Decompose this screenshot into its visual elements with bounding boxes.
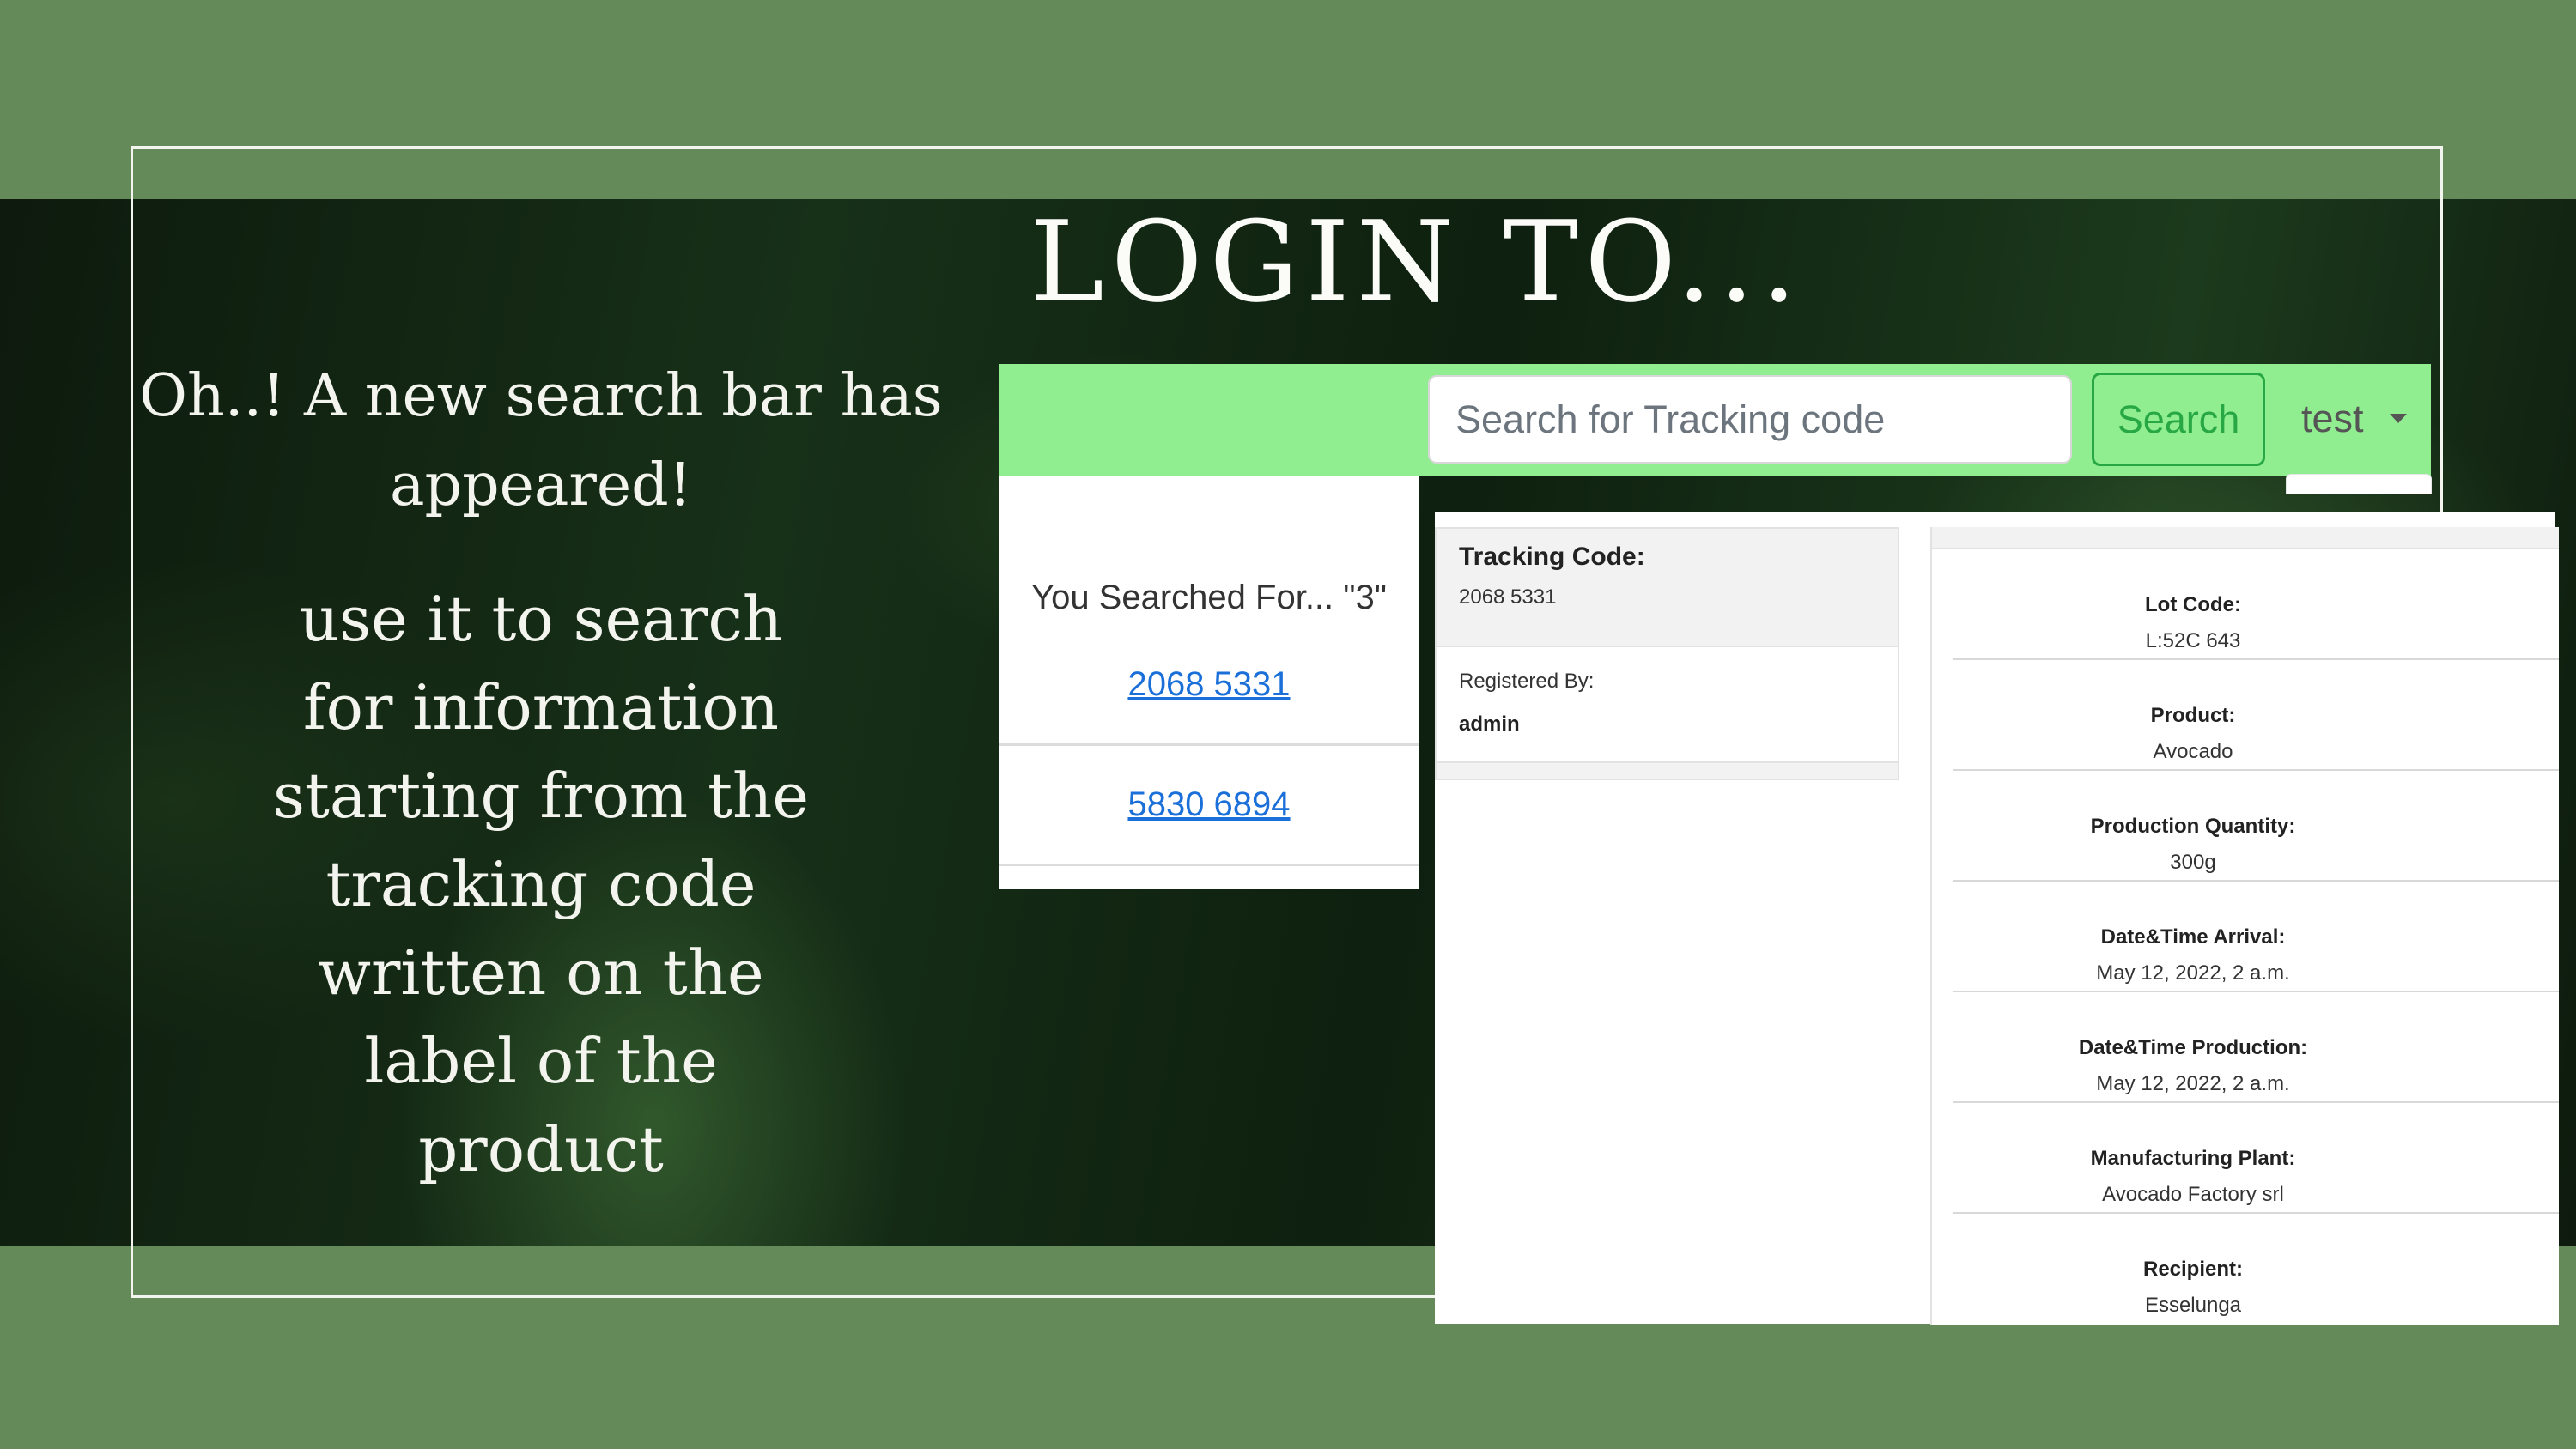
slide-title: LOGIN TO... <box>1030 197 1804 327</box>
list-item: 2068 5331 <box>999 626 1419 746</box>
field-value: Esselunga <box>2144 1294 2242 1317</box>
field-label: Manufacturing Plant: <box>2090 1147 2296 1170</box>
list-item: 5830 6894 <box>999 746 1419 866</box>
field-label: Date&Time Arrival: <box>2100 925 2286 949</box>
field-value: May 12, 2022, 2 a.m. <box>2096 961 2290 985</box>
search-input[interactable]: Search for Tracking code <box>1428 375 2072 464</box>
caret-down-icon <box>2390 414 2407 423</box>
dropdown-menu-edge <box>2286 474 2432 494</box>
detail-field-lot-code: Lot Code: L:52C 643 <box>1953 548 2559 660</box>
results-header: You Searched For... "3" <box>1031 579 1387 616</box>
search-button[interactable]: Search <box>2092 373 2265 466</box>
registered-by-value: admin <box>1459 712 1520 736</box>
field-label: Recipient: <box>2142 1258 2243 1281</box>
field-label: Lot Code: <box>2145 593 2241 616</box>
tracking-card: Tracking Code: 2068 5331 Registered By: … <box>1435 527 1899 780</box>
detail-field-product: Product: Avocado <box>1953 658 2559 771</box>
tracking-code-value: 2068 5331 <box>1459 585 1557 609</box>
slide-title-wrap: LOGIN TO... <box>945 193 1889 330</box>
slide-body-text: use it to search for information startin… <box>272 583 810 1185</box>
field-value: May 12, 2022, 2 a.m. <box>2096 1072 2290 1095</box>
search-results-panel: You Searched For... "3" 2068 5331 5830 6… <box>999 476 1419 889</box>
registered-by-section: Registered By: admin <box>1437 646 1898 763</box>
detail-field-manufacturing-plant: Manufacturing Plant: Avocado Factory srl <box>1953 1101 2559 1214</box>
slide-lead-text: Oh..! A new search bar has appeared! <box>139 362 943 519</box>
field-value: Avocado Factory srl <box>2102 1183 2284 1206</box>
result-link[interactable]: 2068 5331 <box>1127 665 1290 703</box>
field-label: Product: <box>2150 704 2236 727</box>
product-details-column: Lot Code: L:52C 643 Product: Avocado Pro… <box>1930 527 2559 1325</box>
field-value: L:52C 643 <box>2145 629 2241 652</box>
user-menu-label: test <box>2301 397 2364 440</box>
detail-field-production-quantity: Production Quantity: 300g <box>1953 769 2559 882</box>
card-header <box>1932 527 2559 549</box>
registered-by-label: Registered By: <box>1459 670 1595 693</box>
user-menu-toggle[interactable]: test <box>2301 388 2430 450</box>
field-value: 300g <box>2170 851 2216 874</box>
result-link[interactable]: 5830 6894 <box>1127 785 1290 823</box>
field-label: Date&Time Production: <box>2078 1036 2308 1059</box>
detail-field-arrival: Date&Time Arrival: May 12, 2022, 2 a.m. <box>1953 880 2559 992</box>
field-label: Production Quantity: <box>2090 815 2296 838</box>
tracking-code-label: Tracking Code: <box>1459 543 1645 571</box>
detail-field-production: Date&Time Production: May 12, 2022, 2 a.… <box>1953 991 2559 1103</box>
field-value: Avocado <box>2153 740 2233 763</box>
detail-field-recipient: Recipient: Esselunga <box>1953 1212 2559 1323</box>
